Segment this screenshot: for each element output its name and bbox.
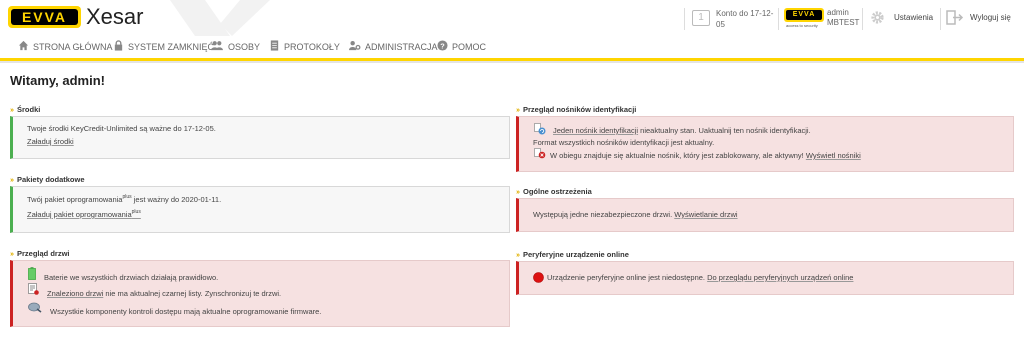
nav-item-label: SYSTEM ZAMKNIĘĆ	[128, 42, 215, 52]
user-org-logo-tagline: access to security	[786, 23, 818, 28]
funds-panel: Twoje środki KeyCredit-Unlimited są ważn…	[10, 116, 510, 159]
peripheral-status: Urządzenie peryferyjne online jest niedo…	[547, 273, 854, 282]
header-divider	[862, 8, 863, 30]
account-credit-icon: 1	[692, 10, 710, 26]
peripheral-overview-link[interactable]: Do przeglądu peryferyjnych urządzeń onli…	[707, 273, 853, 282]
header-divider	[778, 8, 779, 30]
warnings-panel: Występują jedne niezabezpieczone drzwi. …	[516, 198, 1014, 232]
user-info[interactable]: admin MBTEST	[827, 8, 859, 28]
blacklist-status: Znaleziono drzwi nie ma aktualnej czarne…	[47, 289, 282, 298]
battery-icon	[28, 267, 36, 280]
user-name: admin	[827, 8, 849, 17]
chevron-right-icon: ››	[10, 105, 14, 114]
logout-icon[interactable]	[946, 10, 964, 25]
doors-panel: Baterie we wszystkich drzwiach działają …	[10, 260, 510, 327]
doors-found-link[interactable]: Znaleziono drzwi	[47, 289, 103, 298]
chevron-right-icon: ››	[516, 187, 520, 196]
header-divider	[684, 8, 685, 30]
media-blocked-icon	[534, 148, 546, 159]
admin-icon	[349, 41, 361, 51]
packages-panel: Twój pakiet oprogramowaniaplus jest ważn…	[10, 186, 510, 233]
package-validity-text: Twój pakiet oprogramowaniaplus jest ważn…	[27, 194, 222, 204]
funds-text: Twoje środki KeyCredit-Unlimited są ważn…	[27, 124, 216, 133]
section-title-peripheral: ›› Peryferyjne urządzenie online	[516, 250, 629, 259]
people-icon	[211, 41, 223, 51]
user-org-logo-text: EVVA	[786, 10, 822, 20]
section-title-media: ›› Przegląd nośników identyfikacji	[516, 105, 637, 114]
media-outdated-status: Jeden nośnik identyfikacji nieaktualny s…	[553, 126, 811, 135]
home-icon	[18, 40, 29, 51]
nav-item-lock-system[interactable]: SYSTEM ZAMKNIĘĆ	[113, 40, 214, 54]
section-title-packages: ›› Pakiety dodatkowe	[10, 175, 85, 184]
nav-item-label: PROTOKOŁY	[284, 42, 340, 52]
show-media-link[interactable]: Wyświetl nośniki	[806, 151, 861, 160]
offline-status-icon	[533, 272, 544, 283]
nav-item-persons[interactable]: OSOBY	[210, 40, 260, 54]
firmware-status-text: Wszystkie komponenty kontroli dostępu ma…	[50, 307, 322, 316]
load-funds-link[interactable]: Załaduj środki	[27, 137, 74, 146]
chevron-right-icon: ››	[10, 249, 14, 258]
one-media-link[interactable]: Jeden nośnik identyfikacji	[553, 126, 638, 135]
nav-item-protocols[interactable]: PROTOKOŁY	[269, 40, 340, 54]
watermark-x-icon	[170, 0, 270, 36]
nav-item-help[interactable]: ? POMOC	[437, 40, 486, 54]
firmware-icon	[28, 302, 42, 313]
account-validity: Konto do 17-12-05	[716, 9, 774, 29]
nav-item-administration[interactable]: ADMINISTRACJA	[348, 40, 438, 54]
lock-icon	[114, 40, 123, 51]
section-title-warnings: ›› Ogólne ostrzeżenia	[516, 187, 592, 196]
section-title-funds: ›› Środki	[10, 105, 41, 114]
product-name: Xesar	[86, 4, 144, 29]
media-panel: Jeden nośnik identyfikacji nieaktualny s…	[516, 116, 1014, 172]
page-title: Witamy, admin!	[10, 73, 105, 88]
app-header: EVVA Xesar 1 Konto do 17-12-05 EVVA acce…	[0, 0, 1024, 36]
media-update-icon	[534, 123, 546, 135]
evva-logo[interactable]: EVVA	[8, 6, 81, 28]
user-org-logo: EVVA	[784, 8, 824, 22]
load-package-link[interactable]: Załaduj pakiet oprogramowaniaplus	[27, 209, 141, 219]
header-divider	[940, 8, 941, 30]
chevron-right-icon: ››	[516, 250, 520, 259]
nav-item-label: STRONA GŁÓWNA	[33, 42, 113, 52]
nav-item-label: POMOC	[452, 42, 487, 52]
settings-link[interactable]: Ustawienia	[894, 13, 933, 22]
unsecured-doors-status: Występują jedne niezabezpieczone drzwi. …	[533, 210, 738, 219]
blacklist-icon	[28, 283, 39, 295]
evva-logo-text: EVVA	[21, 9, 68, 25]
main-navigation: STRONA GŁÓWNA SYSTEM ZAMKNIĘĆ OSOBY PROT…	[0, 36, 1024, 58]
help-icon: ?	[437, 40, 448, 51]
gear-icon[interactable]	[870, 10, 885, 25]
svg-text:?: ?	[440, 41, 445, 50]
peripheral-panel: Urządzenie peryferyjne online jest niedo…	[516, 261, 1014, 295]
nav-item-label: ADMINISTRACJA	[365, 42, 438, 52]
document-icon	[270, 40, 279, 51]
chevron-right-icon: ››	[10, 175, 14, 184]
nav-divider	[0, 61, 1024, 63]
logout-link[interactable]: Wyloguj się	[970, 13, 1011, 22]
media-format-text: Format wszystkich nośników identyfikacji…	[533, 138, 715, 147]
show-doors-link[interactable]: Wyświetlanie drzwi	[674, 210, 737, 219]
media-blocked-status: W obiegu znajduje się aktualnie nośnik, …	[550, 151, 861, 160]
nav-item-label: OSOBY	[228, 42, 261, 52]
user-tenant: MBTEST	[827, 18, 860, 27]
battery-status-text: Baterie we wszystkich drzwiach działają …	[44, 273, 219, 282]
chevron-right-icon: ››	[516, 105, 520, 114]
section-title-doors: ›› Przegląd drzwi	[10, 249, 70, 258]
nav-item-home[interactable]: STRONA GŁÓWNA	[18, 40, 113, 54]
